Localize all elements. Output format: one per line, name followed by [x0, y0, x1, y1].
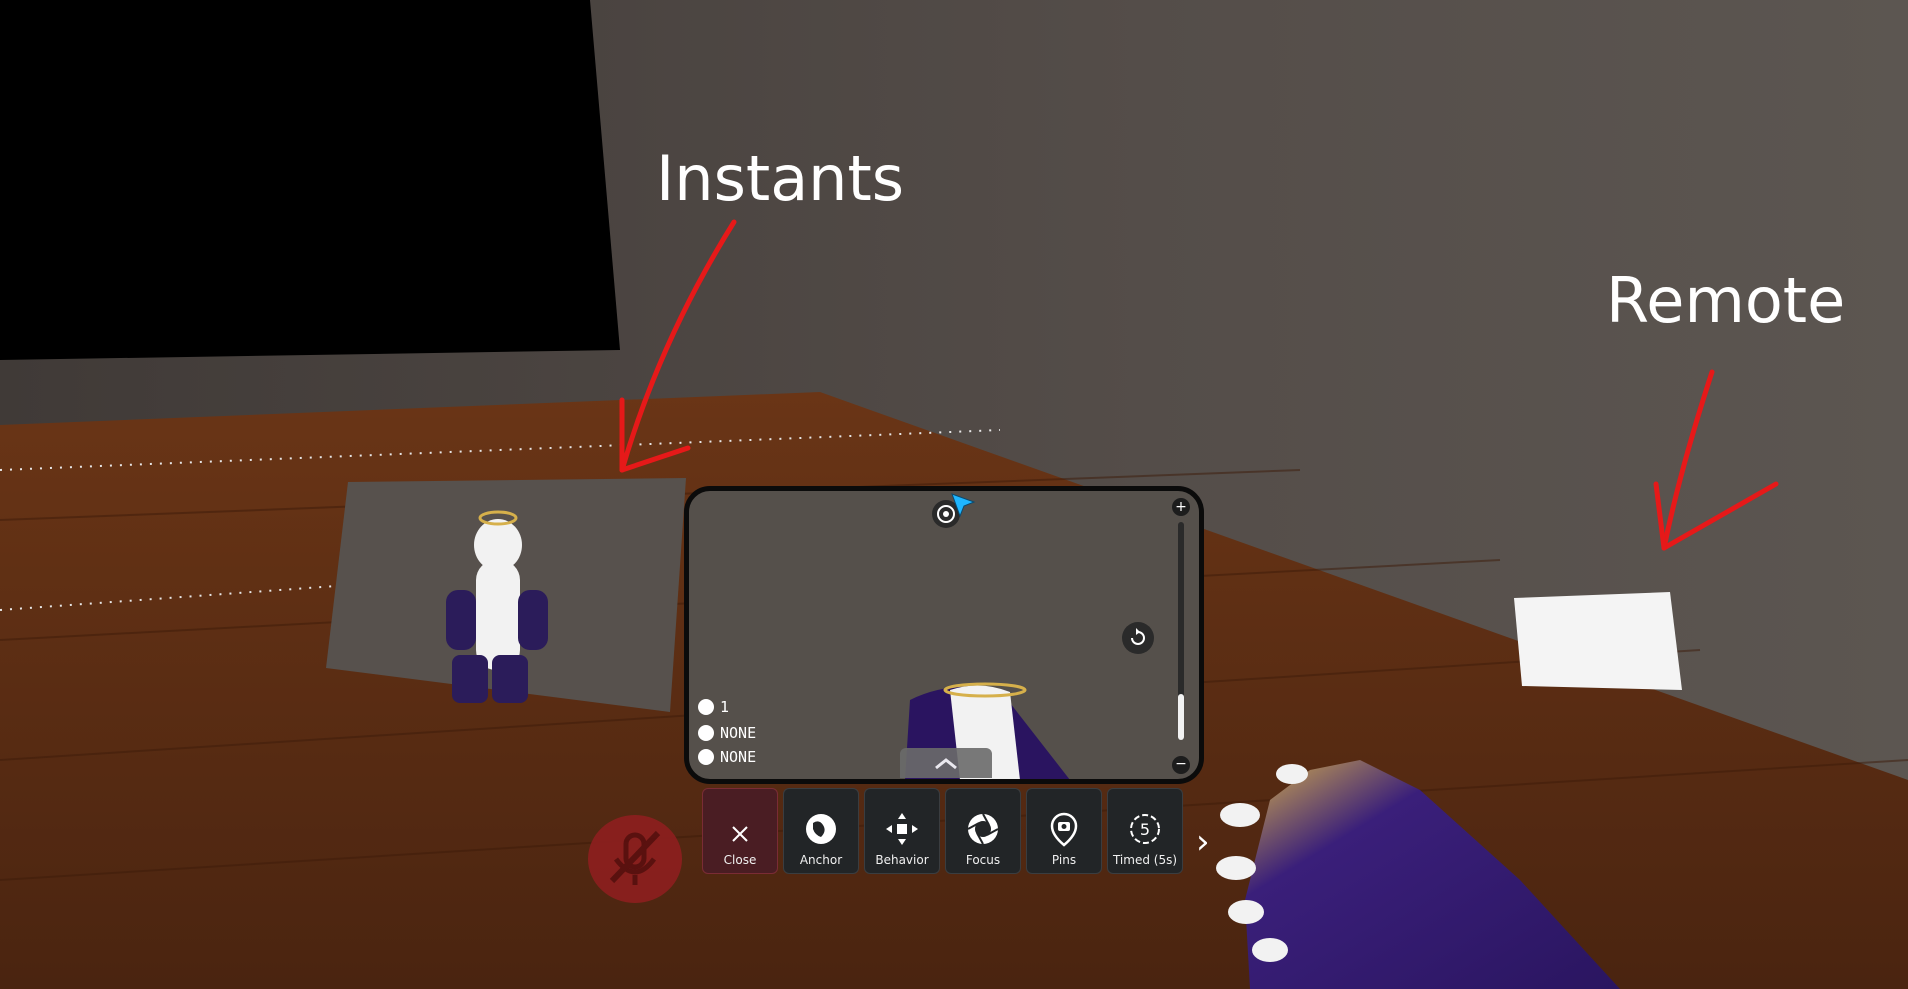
remote-panel: [1514, 592, 1682, 690]
expand-up-icon[interactable]: [900, 748, 992, 778]
camera-viewfinder[interactable]: + − 1 NONE NONE: [684, 486, 1204, 784]
anchor-button-label: Anchor: [799, 853, 843, 867]
move-arrows-icon: [886, 813, 918, 845]
toggle-icon: [698, 749, 714, 765]
camera-small-icon: [698, 699, 714, 715]
focus-button[interactable]: Focus: [945, 788, 1021, 874]
pins-button[interactable]: Pins: [1026, 788, 1102, 874]
timed-button[interactable]: 5 Timed (5s): [1107, 788, 1183, 874]
remote-annotation-label: Remote: [1606, 264, 1846, 337]
pin-camera-icon: [1050, 812, 1078, 847]
close-button[interactable]: Close: [702, 788, 778, 874]
reset-icon[interactable]: [1122, 622, 1154, 654]
status-filter-value: NONE: [720, 724, 757, 742]
timer-5-icon: 5: [1130, 814, 1160, 844]
mic-muted-icon: [609, 830, 661, 885]
close-button-label: Close: [723, 853, 757, 867]
globe-icon: [806, 814, 836, 844]
status-photo-count: 1: [698, 698, 729, 716]
pins-button-label: Pins: [1051, 853, 1077, 867]
black-screen: [0, 0, 620, 360]
filter-icon: [698, 725, 714, 741]
status-mode: NONE: [698, 748, 756, 766]
status-filter: NONE: [698, 724, 756, 742]
chevron-right-icon[interactable]: ›: [1196, 822, 1210, 862]
behavior-button-label: Behavior: [875, 853, 929, 867]
anchor-button[interactable]: Anchor: [783, 788, 859, 874]
camera-toolbar: Close Anchor Behavior Focus Pins 5 Timed…: [702, 788, 1183, 880]
zoom-slider-track[interactable]: [1178, 522, 1184, 740]
zoom-in-icon[interactable]: +: [1172, 498, 1190, 516]
behavior-button[interactable]: Behavior: [864, 788, 940, 874]
status-mode-value: NONE: [720, 748, 757, 766]
cursor-icon: [950, 492, 976, 522]
mic-muted-indicator[interactable]: [588, 815, 682, 903]
zoom-out-icon[interactable]: −: [1172, 756, 1190, 774]
svg-text:5: 5: [1140, 820, 1150, 839]
status-photo-count-value: 1: [720, 698, 730, 716]
zoom-slider-fill: [1178, 694, 1184, 740]
close-icon: [732, 826, 748, 842]
aperture-icon: [967, 813, 999, 845]
instants-annotation-label: Instants: [656, 142, 905, 215]
focus-button-label: Focus: [965, 853, 1001, 867]
timed-button-label: Timed (5s): [1112, 853, 1178, 867]
